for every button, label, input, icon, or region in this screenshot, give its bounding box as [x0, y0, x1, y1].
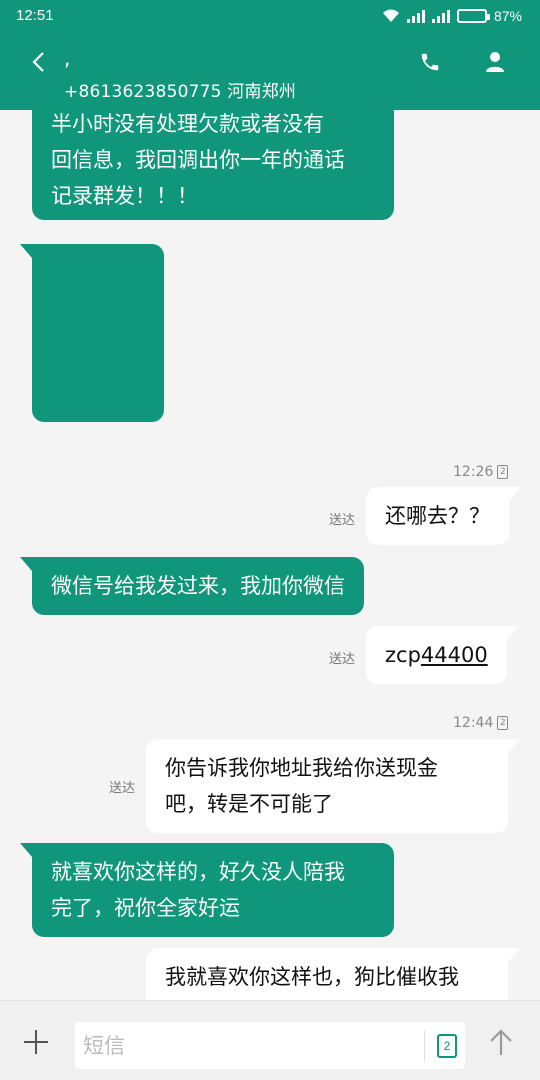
- wifi-icon: [382, 9, 399, 22]
- message-line: 你告诉我你地址我给你送现金: [165, 756, 438, 780]
- contact-number: +8613623850775 河南郑州: [64, 82, 297, 102]
- sim-badge: 2: [497, 465, 509, 479]
- message-line: 记录群发！！！: [51, 184, 198, 208]
- outgoing-message[interactable]: 你告诉我你地址我给你送现金 吧，转是不可能了: [146, 739, 520, 833]
- send-button[interactable]: [484, 1025, 518, 1059]
- person-icon: [486, 52, 504, 72]
- incoming-message[interactable]: 就喜欢你这样的，好久没人陪我 完了，祝你全家好运: [20, 843, 394, 937]
- arrow-up-icon: [490, 1029, 512, 1055]
- message-line: 完了，祝你全家好运: [51, 896, 240, 920]
- message-line: 我就喜欢你这样也，狗比催收我: [165, 965, 459, 989]
- message-input[interactable]: [83, 1028, 413, 1063]
- signal-icon-sim2: [431, 9, 450, 23]
- timestamp: 12:26 2: [453, 464, 509, 480]
- message-line: 就喜欢你这样的，好久没人陪我: [51, 860, 345, 884]
- chevron-left-icon: [32, 52, 44, 72]
- status-icons: 87%: [382, 8, 522, 24]
- timestamp-text: 12:26: [453, 464, 494, 480]
- message-line: 半小时没有处理欠款或者没有: [51, 112, 324, 136]
- phone-number-link[interactable]: 44400: [421, 643, 488, 667]
- status-time: 12:51: [16, 7, 54, 24]
- status-bar: 12:51 87%: [0, 0, 540, 34]
- delivery-status: 送达: [329, 652, 356, 667]
- message-line: 回信息，我回调出你一年的通话: [51, 148, 345, 172]
- sim-badge: 2: [497, 716, 509, 730]
- contact-name: ,: [64, 46, 71, 70]
- timestamp-text: 12:44: [453, 715, 494, 731]
- phone-icon: [421, 53, 439, 71]
- outgoing-message[interactable]: 还哪去？？: [366, 487, 521, 545]
- add-attachment-button[interactable]: [22, 1027, 52, 1057]
- outgoing-message[interactable]: 我就喜欢你这样也，狗比催收我: [146, 948, 520, 1000]
- incoming-message[interactable]: 半小时没有处理欠款或者没有 回信息，我回调出你一年的通话 记录群发！！！: [32, 110, 394, 220]
- message-input-box[interactable]: 2: [75, 1022, 465, 1069]
- delivery-status: 送达: [329, 513, 356, 528]
- composer-bar: 2: [0, 1000, 540, 1080]
- sim-select-button[interactable]: 2: [437, 1034, 457, 1058]
- call-button[interactable]: [414, 46, 446, 78]
- timestamp: 12:44 2: [453, 715, 509, 731]
- message-line: 吧，转是不可能了: [165, 792, 333, 816]
- message-text: 微信号给我发过来，我加你微信: [51, 574, 345, 598]
- outgoing-message[interactable]: zcp44400: [366, 626, 519, 684]
- incoming-message[interactable]: 微信号给我发过来，我加你微信: [20, 557, 364, 615]
- incoming-media-message[interactable]: [20, 244, 164, 422]
- signal-icon-sim1: [406, 9, 425, 23]
- contact-profile-button[interactable]: [479, 46, 511, 78]
- delivery-status: 送达: [109, 781, 136, 796]
- conversation-header: , +8613623850775 河南郑州: [0, 34, 540, 110]
- message-text: zcp: [385, 643, 421, 667]
- message-text: 还哪去？？: [385, 504, 490, 528]
- battery-percent: 87%: [493, 8, 522, 24]
- input-divider: [424, 1030, 425, 1061]
- message-list[interactable]: 半小时没有处理欠款或者没有 回信息，我回调出你一年的通话 记录群发！！！ 12:…: [0, 110, 540, 1000]
- back-button[interactable]: [22, 46, 54, 78]
- battery-icon: [456, 9, 490, 23]
